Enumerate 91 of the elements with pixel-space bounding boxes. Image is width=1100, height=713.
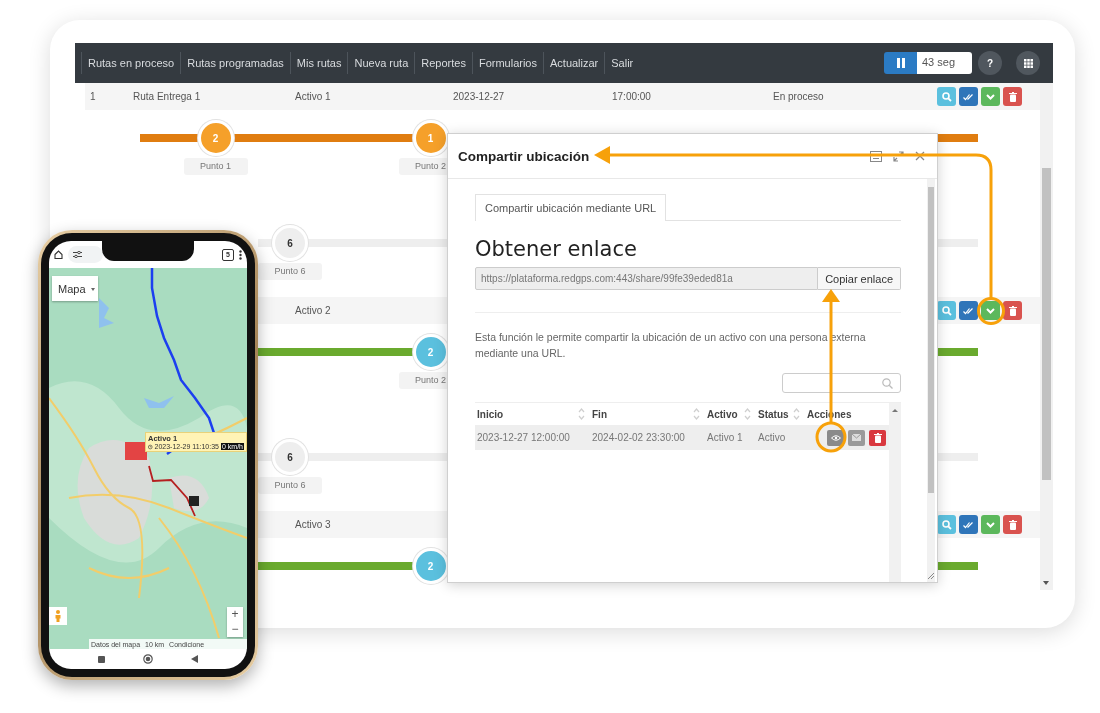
table-cell: Activo 1 xyxy=(707,432,743,443)
email-button[interactable] xyxy=(848,429,865,446)
search-icon xyxy=(882,377,893,389)
tune-icon xyxy=(73,251,82,258)
menu-item[interactable]: Rutas en proceso xyxy=(81,52,181,74)
table-scrollbar[interactable] xyxy=(889,403,901,450)
grid-icon xyxy=(1023,58,1033,68)
pause-button[interactable] xyxy=(884,52,917,74)
eye-icon xyxy=(830,434,841,441)
map-type-dropdown[interactable]: Mapa xyxy=(52,276,98,301)
search-icon xyxy=(941,91,952,102)
column-header[interactable]: Status xyxy=(756,403,805,425)
trash-icon xyxy=(1008,305,1017,316)
confirm-button[interactable] xyxy=(959,515,978,534)
minimize-icon[interactable] xyxy=(870,150,882,162)
more-icon[interactable] xyxy=(239,249,242,260)
close-icon[interactable] xyxy=(915,151,925,161)
menu-item[interactable]: Actualizar xyxy=(543,52,605,74)
street-view-control[interactable] xyxy=(49,607,67,625)
highlight-ring xyxy=(977,297,1005,325)
point-label: Punto 1 xyxy=(183,158,248,175)
menu-item[interactable]: Reportes xyxy=(414,52,472,74)
trash-icon xyxy=(873,432,882,443)
pause-icon xyxy=(896,58,905,68)
menu-item[interactable]: Mis rutas xyxy=(289,52,348,74)
zoom-in-button[interactable]: + xyxy=(227,607,243,622)
column-header[interactable]: Fin xyxy=(590,403,705,425)
circle-icon[interactable] xyxy=(143,654,153,664)
double-check-icon xyxy=(963,306,974,315)
double-check-icon xyxy=(963,92,974,101)
confirm-button[interactable] xyxy=(959,301,978,320)
point-label: Punto 6 xyxy=(258,477,322,494)
expand-button[interactable] xyxy=(981,515,1000,534)
search-icon xyxy=(941,305,952,316)
table-cell-text: En proceso xyxy=(773,91,825,102)
table-cell-text: 2023-12-27 xyxy=(453,91,506,102)
chevron-down-icon xyxy=(986,521,995,528)
chevron-down-icon xyxy=(986,307,995,314)
square-icon[interactable] xyxy=(98,655,105,663)
scrollbar[interactable] xyxy=(1040,83,1053,590)
search-icon xyxy=(941,519,952,530)
highlight-ring xyxy=(815,421,847,453)
scrollbar[interactable] xyxy=(927,179,935,582)
table-cell-text: Activo 1 xyxy=(295,91,332,102)
column-header[interactable]: Activo xyxy=(705,403,756,425)
envelope-icon xyxy=(852,434,861,441)
tab[interactable]: Compartir ubicación mediante URL xyxy=(475,194,667,221)
copy-link-button[interactable]: Copiar enlace xyxy=(818,267,901,290)
expand-icon[interactable] xyxy=(893,150,904,162)
menu-item[interactable]: Rutas programadas xyxy=(180,52,290,74)
menu-item[interactable]: Nueva ruta xyxy=(347,52,415,74)
person-icon xyxy=(55,610,61,622)
home-icon[interactable] xyxy=(54,250,63,259)
expand-button[interactable] xyxy=(981,87,1000,106)
section-heading: Obtener enlace xyxy=(475,237,638,261)
search-button[interactable] xyxy=(937,87,956,106)
table-cell: 2023-12-27 12:00:00 xyxy=(477,432,570,443)
delete-button[interactable] xyxy=(1003,515,1022,534)
table-cell: Activo xyxy=(758,432,786,443)
table-cell-text: Ruta Entrega 1 xyxy=(133,91,202,102)
delete-button[interactable] xyxy=(869,429,886,446)
clock-icon xyxy=(148,443,153,450)
route-point[interactable]: 6 xyxy=(272,225,308,261)
column-header[interactable]: Inicio xyxy=(475,403,590,425)
delete-button[interactable] xyxy=(1003,301,1022,320)
point-label: Punto 6 xyxy=(258,263,322,280)
table-cell: 2024-02-02 23:30:00 xyxy=(592,432,685,443)
help-button[interactable]: ? xyxy=(978,51,1002,75)
resize-grip-icon[interactable] xyxy=(927,572,935,580)
chevron-down-icon xyxy=(986,93,995,100)
table-cell-text: Activo 2 xyxy=(295,305,332,316)
delete-button[interactable] xyxy=(1003,87,1022,106)
table-scrollbar[interactable] xyxy=(889,450,901,582)
confirm-button[interactable] xyxy=(959,87,978,106)
route-point[interactable]: 6 xyxy=(272,439,308,475)
table-cell-text: Activo 3 xyxy=(295,519,332,530)
table-cell-text: 1 xyxy=(90,91,97,102)
table-cell-text: 17:00:00 xyxy=(612,91,652,102)
menu-item[interactable]: Formularios xyxy=(471,52,543,74)
zoom-out-button[interactable]: − xyxy=(227,622,243,637)
trash-icon xyxy=(1008,519,1017,530)
menu-item[interactable]: Salir xyxy=(604,52,640,74)
double-check-icon xyxy=(963,520,974,529)
apps-button[interactable] xyxy=(1016,51,1040,75)
address-bar[interactable] xyxy=(68,246,103,263)
refresh-interval-field[interactable]: 43 seg xyxy=(917,52,972,74)
link-field[interactable]: https://plataforma.redgps.com:443/share/99fe39eded81a xyxy=(475,267,819,290)
back-icon[interactable] xyxy=(191,655,198,663)
trash-icon xyxy=(1008,91,1017,102)
table-row[interactable]: 1 Ruta Entrega 1 Activo 1 2023-12-27 17:00:00 En proceso xyxy=(85,83,1040,110)
search-field[interactable] xyxy=(782,373,901,393)
